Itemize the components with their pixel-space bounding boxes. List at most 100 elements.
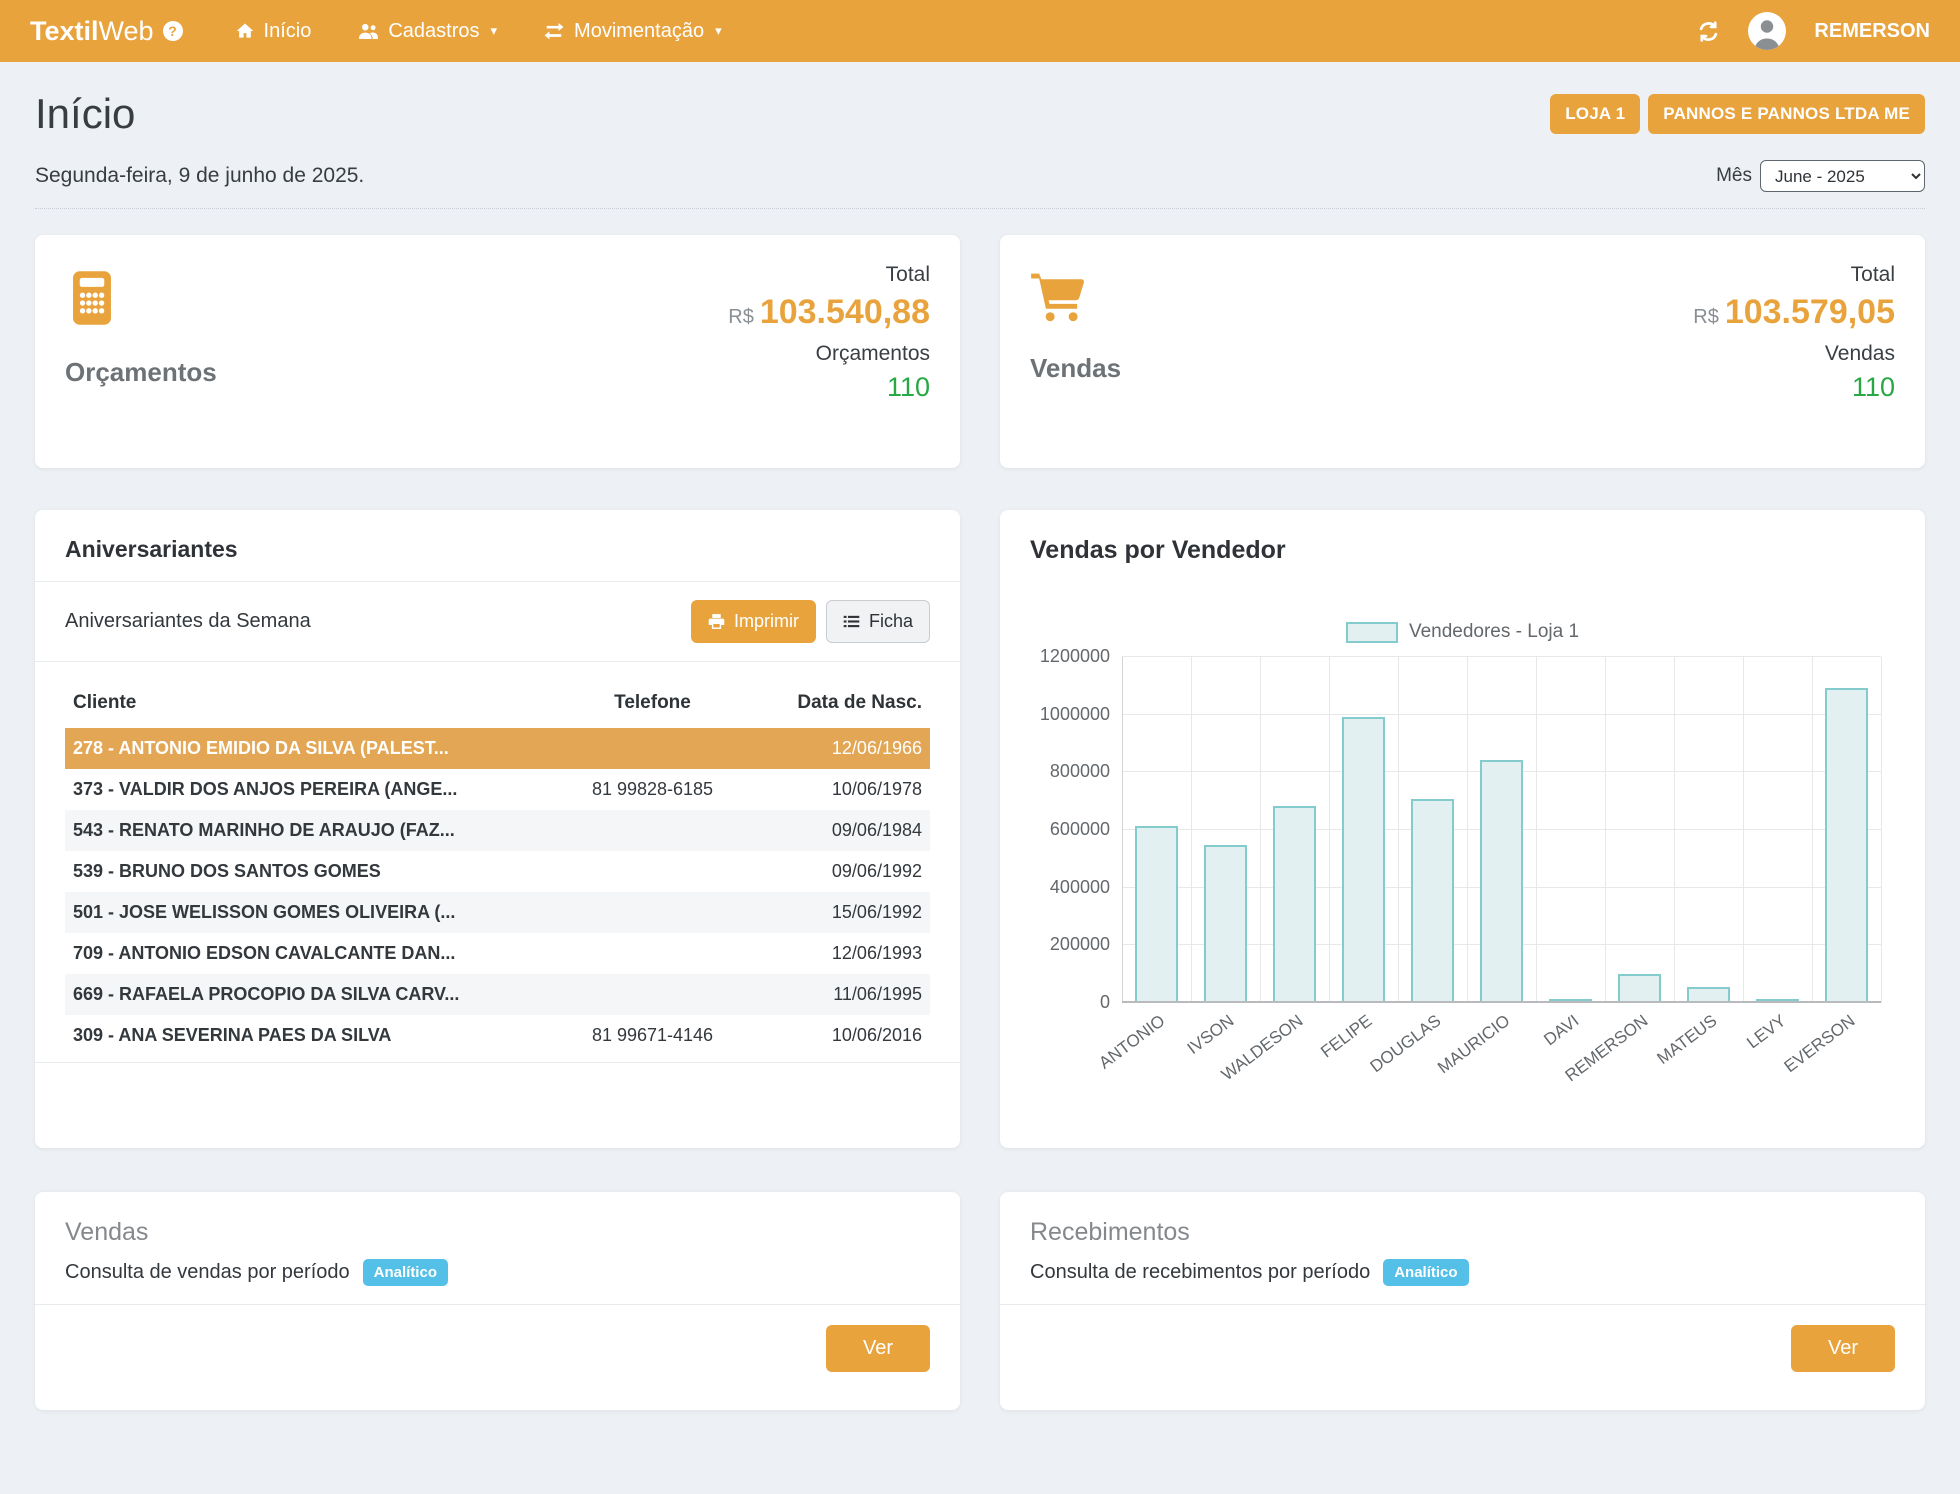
currency-symbol: R$ [728, 306, 754, 328]
birthdays-subheader: Aniversariantes da Semana Imprimir [65, 600, 930, 643]
panel-title: Vendas [65, 1218, 930, 1247]
x-tick-label: FELIPE [1317, 1011, 1376, 1062]
avatar[interactable] [1748, 12, 1786, 50]
bar-ivson [1204, 845, 1247, 1003]
y-tick-label: 1200000 [1040, 646, 1110, 667]
username[interactable]: REMERSON [1814, 20, 1930, 43]
printer-icon [708, 613, 725, 630]
x-tick-label: MAURICIO [1434, 1011, 1514, 1078]
table-header-row: Cliente Telefone Data de Nasc. [65, 680, 930, 728]
cell-phone [540, 933, 765, 974]
stat-total-label: Total [1693, 263, 1895, 287]
bar-mauricio [1480, 760, 1523, 1003]
cell-phone: 81 99828-6185 [540, 769, 765, 810]
month-filter: Mês June - 2025 [1716, 160, 1925, 192]
stat-count-label: Vendas [1693, 342, 1895, 366]
cell-phone [540, 810, 765, 851]
store-badge-company[interactable]: PANNOS E PANNOS LTDA ME [1648, 94, 1925, 134]
cell-birth: 10/06/2016 [765, 1015, 930, 1056]
page-title: Início [35, 90, 135, 138]
cell-phone: 81 99671-4146 [540, 1015, 765, 1056]
calculator-icon [65, 269, 217, 327]
x-tick-label: DAVI [1540, 1011, 1583, 1050]
orcamentos-card: Orçamentos Total R$103.540,88 Orçamentos… [35, 235, 960, 468]
x-tick-label: DOUGLAS [1366, 1011, 1444, 1077]
cell-phone [540, 851, 765, 892]
help-icon[interactable]: ? [163, 21, 183, 41]
birthdays-table: Cliente Telefone Data de Nasc. 278 - ANT… [65, 680, 930, 1056]
nav-right: REMERSON [1697, 12, 1930, 50]
table-row[interactable]: 373 - VALDIR DOS ANJOS PEREIRA (ANGE...8… [65, 769, 930, 810]
y-tick-label: 1000000 [1040, 704, 1110, 725]
birthdays-card: Aniversariantes Aniversariantes da Seman… [35, 510, 960, 1148]
legend-label: Vendedores - Loja 1 [1409, 621, 1579, 643]
cell-client: 543 - RENATO MARINHO DE ARAUJO (FAZ... [65, 810, 540, 851]
gridline [1398, 657, 1399, 1003]
cell-client: 309 - ANA SEVERINA PAES DA SILVA [65, 1015, 540, 1056]
month-select[interactable]: June - 2025 [1760, 160, 1925, 192]
nav-item-label: Movimentação [574, 20, 704, 43]
cell-birth: 09/06/1984 [765, 810, 930, 851]
stat-count-label: Orçamentos [728, 342, 930, 366]
ver-button[interactable]: Ver [1791, 1325, 1895, 1372]
exchange-icon [543, 21, 565, 41]
bar-felipe [1342, 717, 1385, 1003]
analitico-badge: Analítico [1383, 1259, 1468, 1286]
cell-client: 501 - JOSE WELISSON GOMES OLIVEIRA (... [65, 892, 540, 933]
bar-everson [1825, 688, 1868, 1003]
table-row[interactable]: 709 - ANTONIO EDSON CAVALCANTE DAN...12/… [65, 933, 930, 974]
cell-birth: 09/06/1992 [765, 851, 930, 892]
table-row[interactable]: 669 - RAFAELA PROCOPIO DA SILVA CARV...1… [65, 974, 930, 1015]
nav-item-label: Início [264, 20, 312, 43]
birthdays-subtitle: Aniversariantes da Semana [65, 610, 311, 633]
chart-legend[interactable]: Vendedores - Loja 1 [1030, 621, 1895, 643]
gridline [1122, 714, 1881, 715]
birthday-table-body: 278 - ANTONIO EMIDIO DA SILVA (PALEST...… [65, 728, 930, 1056]
analitico-badge: Analítico [363, 1259, 448, 1286]
refresh-icon[interactable] [1697, 20, 1720, 43]
brand-logo[interactable]: TextilWeb ? [30, 16, 183, 47]
stat-name: Orçamentos [65, 357, 217, 388]
x-tick-label: LEVY [1743, 1011, 1790, 1053]
stats-row: Orçamentos Total R$ 103.540,88 Orçamentos… [35, 235, 1925, 468]
column-header-cliente: Cliente [65, 680, 540, 728]
table-row[interactable]: 543 - RENATO MARINHO DE ARAUJO (FAZ... 09… [65, 810, 930, 851]
chart-xlabels: ANTONIOIVSONWALDESONFELIPEDOUGLASMAURICI… [1122, 1003, 1881, 1103]
table-row[interactable]: 278 - ANTONIO EMIDIO DA SILVA (PALEST...… [65, 728, 930, 769]
table-row[interactable]: 539 - BRUNO DOS SANTOS GOMES09/06/1992 [65, 851, 930, 892]
table-row[interactable]: 309 - ANA SEVERINA PAES DA SILVA81 99671… [65, 1015, 930, 1056]
cell-birth: 12/06/1966 [765, 728, 930, 769]
sales-by-seller-card: Vendas por Vendedor Vendedores - Loja 1 … [1000, 510, 1925, 1148]
print-button[interactable]: Imprimir [691, 600, 816, 643]
gridline [1812, 657, 1813, 1003]
x-tick-label: EVERSON [1780, 1011, 1858, 1077]
column-header-data-nasc: Data de Nasc. [765, 680, 930, 728]
stat-name: Vendas [1030, 353, 1121, 384]
gridline [1122, 657, 1123, 1003]
y-tick-label: 600000 [1050, 819, 1110, 840]
bar-remerson [1618, 974, 1661, 1003]
cell-birth: 10/06/1978 [765, 769, 930, 810]
store-badge-loja[interactable]: LOJA 1 [1550, 94, 1640, 134]
chevron-down-icon: ▾ [491, 23, 498, 39]
nav-item-inicio[interactable]: Início [235, 20, 312, 43]
cell-client: 373 - VALDIR DOS ANJOS PEREIRA (ANGE... [65, 769, 540, 810]
store-badges: LOJA 1 PANNOS E PANNOS LTDA ME [1550, 94, 1925, 134]
y-tick-label: 200000 [1050, 934, 1110, 955]
table-row[interactable]: 501 - JOSE WELISSON GOMES OLIVEIRA (...1… [65, 892, 930, 933]
stat-total-value: 103.540,88 [760, 293, 930, 331]
nav-item-cadastros[interactable]: Cadastros ▾ [357, 20, 497, 43]
chart-plot: 020000040000060000080000010000001200000 [1122, 657, 1881, 1003]
x-tick-label: IVSON [1183, 1011, 1237, 1059]
nav-item-movimentacao[interactable]: Movimentação ▾ [543, 20, 722, 43]
chevron-down-icon: ▾ [715, 23, 722, 39]
stat-total-value: 103.579,05 [1725, 293, 1895, 331]
bar-douglas [1411, 799, 1454, 1003]
date-row: Segunda-feira, 9 de junho de 2025. Mês J… [35, 160, 1925, 209]
ver-button[interactable]: Ver [826, 1325, 930, 1372]
legend-swatch [1346, 622, 1398, 643]
vendas-panel: Vendas Consulta de vendas por período An… [35, 1192, 960, 1410]
gridline [1743, 657, 1744, 1003]
ficha-button[interactable]: Ficha [826, 600, 930, 643]
stat-count: 110 [728, 372, 930, 403]
